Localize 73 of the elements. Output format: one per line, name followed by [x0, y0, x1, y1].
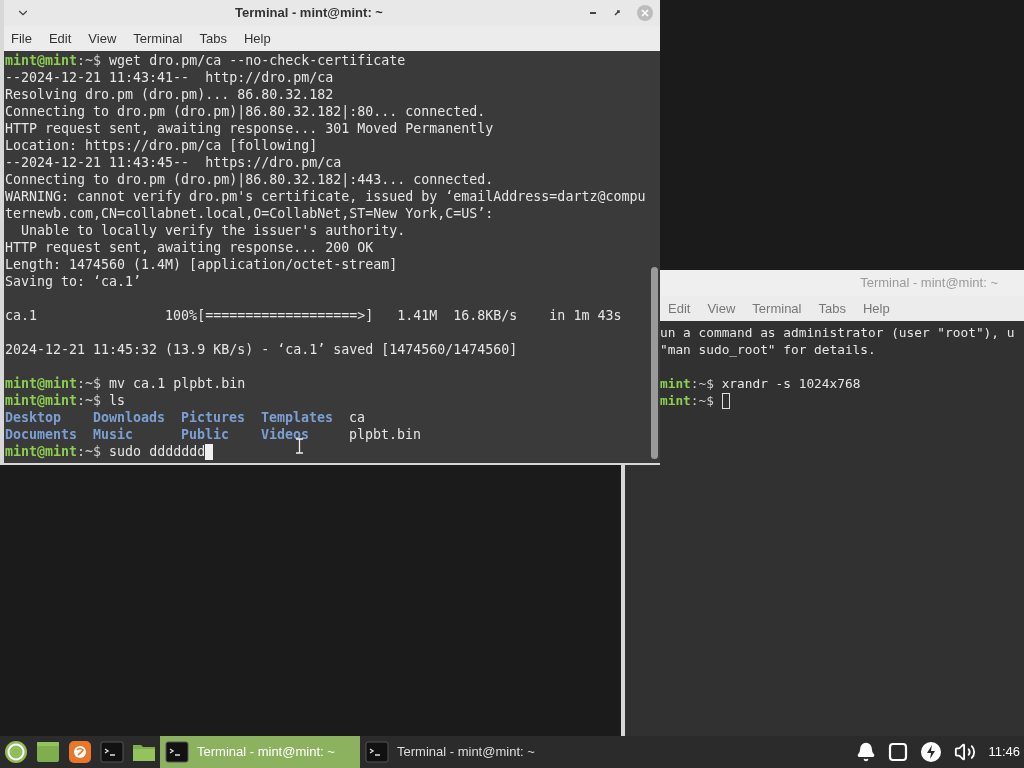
terminal-line: Resolving dro.pm (dro.pm)... 86.80.32.182: [5, 86, 335, 103]
menu-item[interactable]: Help: [862, 298, 890, 319]
command-text: ls: [108, 392, 126, 409]
minimize-icon[interactable]: [588, 11, 598, 15]
workspace-icon[interactable]: [888, 742, 909, 762]
prompt-user: mint: [660, 392, 691, 409]
notification-bell-icon[interactable]: [856, 742, 877, 762]
terminal-line: HTTP request sent, awaiting response... 200 OK: [5, 239, 375, 256]
terminal-line: un a command as administrator (user "root"), u: [660, 324, 1016, 341]
menu-item[interactable]: View: [88, 28, 117, 49]
prompt-user: mint@mint: [5, 443, 78, 460]
terminal-line: Unable to locally verify the issuer's authority.: [20, 222, 407, 239]
directory-name: Music: [93, 427, 134, 442]
directory-name: Desktop: [5, 410, 62, 425]
terminal-line: 2024-12-21 11:45:32 (13.9 KB/s) - ‘ca.1’ saved [1474560/1474560]: [5, 341, 519, 358]
terminal-icon[interactable]: [365, 740, 389, 764]
terminal-line: "man sudo_root" for details.: [660, 341, 877, 358]
terminal-line: ca.1 100%[===================>] 1.41M 16.8KB/s in 1m 43s: [5, 307, 623, 324]
command-text: mv ca.1 plpbt.bin: [108, 375, 246, 392]
terminal-icon[interactable]: [100, 740, 124, 764]
clock[interactable]: 11:46: [988, 742, 1020, 762]
file-name: ca: [349, 410, 365, 425]
terminal-line: --2024-12-21 11:43:41-- http://dro.pm/ca: [5, 69, 335, 86]
file-name: plpbt.bin: [349, 427, 422, 442]
directory-name: Downloads: [93, 410, 166, 425]
prompt-path: :~$: [77, 443, 102, 460]
terminal-line: Location: https://dro.pm/ca [following]: [5, 137, 319, 154]
terminal-line: Saving to: ‘ca.1’: [5, 273, 143, 290]
command-text: sudo ddddddd: [108, 443, 206, 460]
prompt-path: :~$: [77, 392, 102, 409]
terminal-line: Connecting to dro.pm (dro.pm)|86.80.32.182|:443... connected.: [5, 171, 495, 188]
maximize-icon[interactable]: [612, 8, 622, 18]
prompt-path: :~$: [77, 375, 102, 392]
menu-item[interactable]: Terminal: [133, 28, 183, 49]
menu-item[interactable]: File: [11, 28, 32, 49]
directory-name: Documents: [5, 427, 78, 442]
menu-item[interactable]: Edit: [48, 28, 72, 49]
directory-name: Templates: [261, 410, 334, 425]
volume-icon[interactable]: [954, 741, 977, 763]
menu-item[interactable]: Tabs: [199, 28, 227, 49]
menu-item[interactable]: Tabs: [818, 298, 846, 319]
menu-item[interactable]: View: [707, 298, 736, 319]
terminal-icon[interactable]: [165, 740, 189, 764]
directory-name: Pictures: [181, 410, 246, 425]
browser-icon[interactable]: [68, 740, 92, 764]
window-title: Terminal - mint@mint: ~: [860, 274, 998, 293]
prompt-user: mint@mint: [5, 392, 78, 409]
mint-logo-icon[interactable]: [4, 740, 28, 764]
terminal-line: Connecting to dro.pm (dro.pm)|86.80.32.182|:80... connected.: [5, 103, 487, 120]
menu-item[interactable]: Help: [243, 28, 271, 49]
prompt-path: :~$: [77, 52, 102, 69]
taskbar-window-button[interactable]: Terminal - mint@mint: ~: [360, 736, 560, 768]
terminal-line: HTTP request sent, awaiting response... 301 Moved Permanently: [5, 120, 495, 137]
show-desktop-icon[interactable]: [36, 740, 60, 764]
lightning-icon[interactable]: [920, 741, 943, 763]
prompt-path: :~$: [690, 375, 714, 392]
menu-item[interactable]: Terminal: [752, 298, 802, 319]
command-text: wget dro.pm/ca --no-check-certificate: [108, 52, 406, 69]
directory-name: Videos: [261, 427, 310, 442]
scrollbar[interactable]: [651, 267, 658, 459]
terminal-line: ternewb.com,CN=collabnet.local,O=CollabNet,ST=New York,C=US’:: [5, 205, 495, 222]
directory-name: Public: [181, 427, 230, 442]
prompt-user: mint@mint: [5, 52, 78, 69]
menu-item[interactable]: Edit: [668, 298, 691, 319]
text-cursor-icon: [295, 438, 304, 454]
prompt-path: :~$: [690, 392, 714, 409]
prompt-user: mint: [660, 375, 691, 392]
command-text: xrandr -s 1024x768: [720, 375, 861, 392]
terminal-line: WARNING: cannot verify dro.pm's certificate, issued by ‘emailAddress=dartz@compu: [5, 188, 647, 205]
terminal-line: --2024-12-21 11:43:45-- https://dro.pm/ca: [5, 154, 343, 171]
terminal-line: Length: 1474560 (1.4M) [application/octet-stream]: [5, 256, 399, 273]
prompt-user: mint@mint: [5, 375, 78, 392]
window-title: Terminal - mint@mint: ~: [235, 4, 383, 23]
